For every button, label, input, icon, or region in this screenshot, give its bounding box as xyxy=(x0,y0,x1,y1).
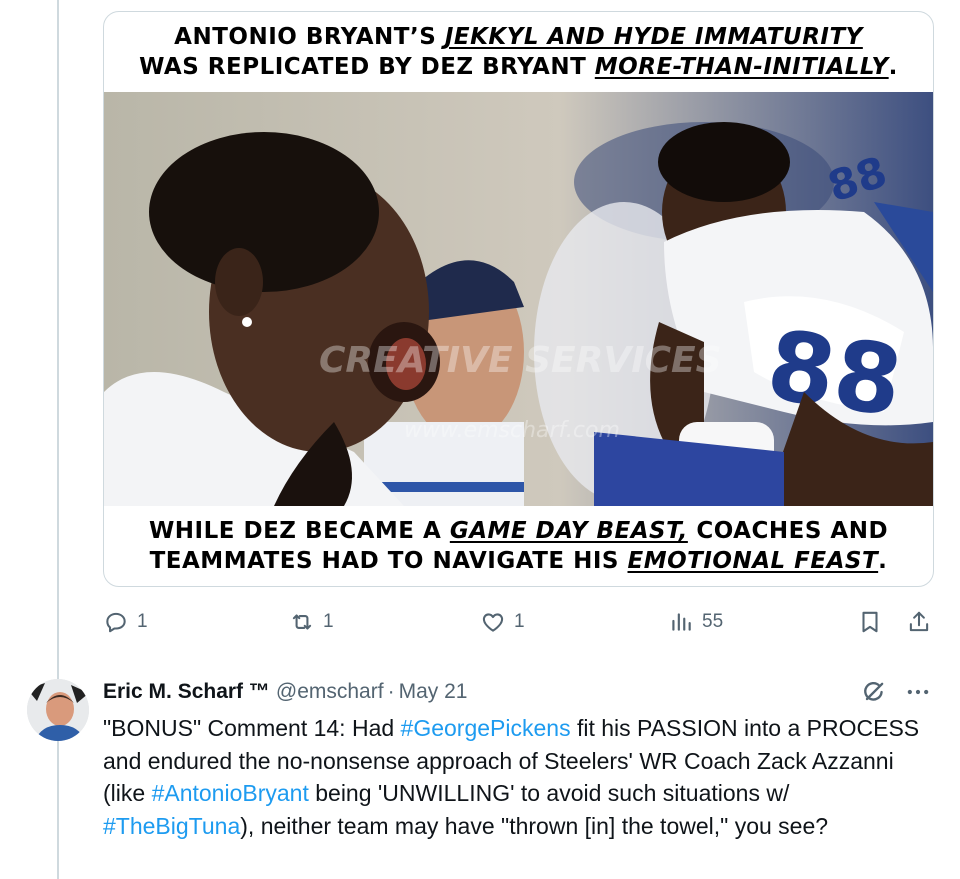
more-icon xyxy=(907,689,929,695)
views-icon xyxy=(672,613,691,631)
views-count: 55 xyxy=(702,611,724,632)
hashtag-the-big-tuna[interactable]: #TheBigTuna xyxy=(103,813,240,839)
display-name[interactable]: Eric M. Scharf ™ xyxy=(103,680,270,704)
like-button[interactable]: 1 xyxy=(480,604,525,640)
tweet-action-bar: 1 1 1 55 xyxy=(103,604,935,640)
watermark-url: www.emscharf.com xyxy=(404,418,620,443)
user-handle[interactable]: @emscharf xyxy=(276,680,384,704)
like-count: 1 xyxy=(514,611,525,632)
media-card[interactable]: ANTONIO BRYANT’S JEKKYL AND HYDE IMMATUR… xyxy=(103,11,934,587)
share-button[interactable] xyxy=(906,604,940,640)
grok-button[interactable] xyxy=(860,677,888,707)
reply-count: 1 xyxy=(137,611,148,632)
reply-icon xyxy=(106,612,126,633)
top-caption: ANTONIO BRYANT’S JEKKYL AND HYDE IMMATUR… xyxy=(139,24,898,80)
hashtag-antonio-bryant[interactable]: #AntonioBryant xyxy=(152,780,309,806)
thread-connector-line xyxy=(57,0,59,879)
views-button[interactable]: 55 xyxy=(668,604,723,640)
bottom-caption: WHILE DEZ BECAME A GAME DAY BEAST, COACH… xyxy=(148,518,889,574)
like-icon xyxy=(482,613,504,632)
watermark-creative-services: CREATIVE SERVICES xyxy=(319,340,722,381)
repost-count: 1 xyxy=(323,611,334,632)
bookmark-icon xyxy=(862,611,878,633)
hashtag-george-pickens[interactable]: #GeorgePickens xyxy=(401,715,571,741)
avatar-image xyxy=(27,679,89,741)
avatar[interactable] xyxy=(27,679,89,741)
tweet-date[interactable]: May 21 xyxy=(399,680,468,704)
tweet-text: "BONUS" Comment 14: Had #GeorgePickens f… xyxy=(103,715,920,839)
grok-icon xyxy=(864,682,884,701)
more-options-button[interactable] xyxy=(904,677,932,707)
header-separator: · xyxy=(387,680,395,703)
repost-button[interactable]: 1 xyxy=(289,604,334,640)
reply-button[interactable]: 1 xyxy=(103,604,148,640)
dez-bryant-photo: 88 88 CREATIVE SERVICES www.emscharf.com xyxy=(104,92,933,506)
repost-icon xyxy=(292,614,312,630)
bookmark-button[interactable] xyxy=(857,604,891,640)
share-icon xyxy=(909,611,929,632)
tweet-header: Eric M. Scharf ™ @emscharf · May 21 xyxy=(103,677,467,707)
